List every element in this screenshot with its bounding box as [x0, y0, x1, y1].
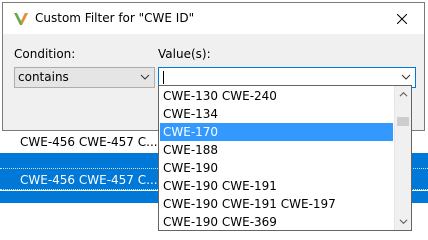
title-bar[interactable]: Custom Filter for "CWE ID": [3, 3, 424, 34]
scroll-down-button[interactable]: [395, 213, 411, 230]
dropdown-item[interactable]: CWE-190 CWE-369: [160, 213, 393, 230]
dropdown-item[interactable]: CWE-190 CWE-191: [160, 177, 393, 195]
chevron-down-icon[interactable]: [401, 72, 411, 82]
dropdown-item[interactable]: CWE-190: [160, 159, 393, 177]
grid-cell: CWE-456 CWE-457 C...: [20, 135, 158, 149]
chevron-down-icon: [399, 219, 408, 225]
close-icon: [397, 13, 407, 24]
dropdown-items: CWE-130 CWE-240 CWE-134 CWE-170 CWE-188 …: [160, 87, 393, 230]
chevron-up-icon: [399, 91, 408, 97]
values-dropdown-list[interactable]: CWE-130 CWE-240 CWE-134 CWE-170 CWE-188 …: [158, 85, 412, 231]
values-label: Value(s):: [158, 47, 211, 61]
grid-cell: CWE-456 CWE-457 C...: [20, 173, 158, 187]
window-title: Custom Filter for "CWE ID": [35, 11, 195, 25]
condition-select-value: contains: [18, 70, 69, 84]
chevron-down-icon: [140, 74, 150, 80]
dropdown-item[interactable]: CWE-130 CWE-240: [160, 87, 393, 105]
dropdown-item-selected[interactable]: CWE-170: [160, 123, 393, 141]
scroll-up-button[interactable]: [395, 86, 411, 103]
dropdown-scrollbar[interactable]: [394, 86, 411, 230]
scrollbar-thumb[interactable]: [397, 117, 409, 126]
dropdown-item[interactable]: CWE-190 CWE-191 CWE-197: [160, 195, 393, 213]
condition-label: Condition:: [14, 47, 76, 61]
dropdown-item[interactable]: CWE-134: [160, 105, 393, 123]
text-caret: [163, 71, 164, 84]
dropdown-item[interactable]: CWE-188: [160, 141, 393, 159]
close-button[interactable]: [380, 3, 424, 34]
app-logo-icon: [13, 11, 29, 27]
condition-select[interactable]: contains: [14, 67, 155, 88]
